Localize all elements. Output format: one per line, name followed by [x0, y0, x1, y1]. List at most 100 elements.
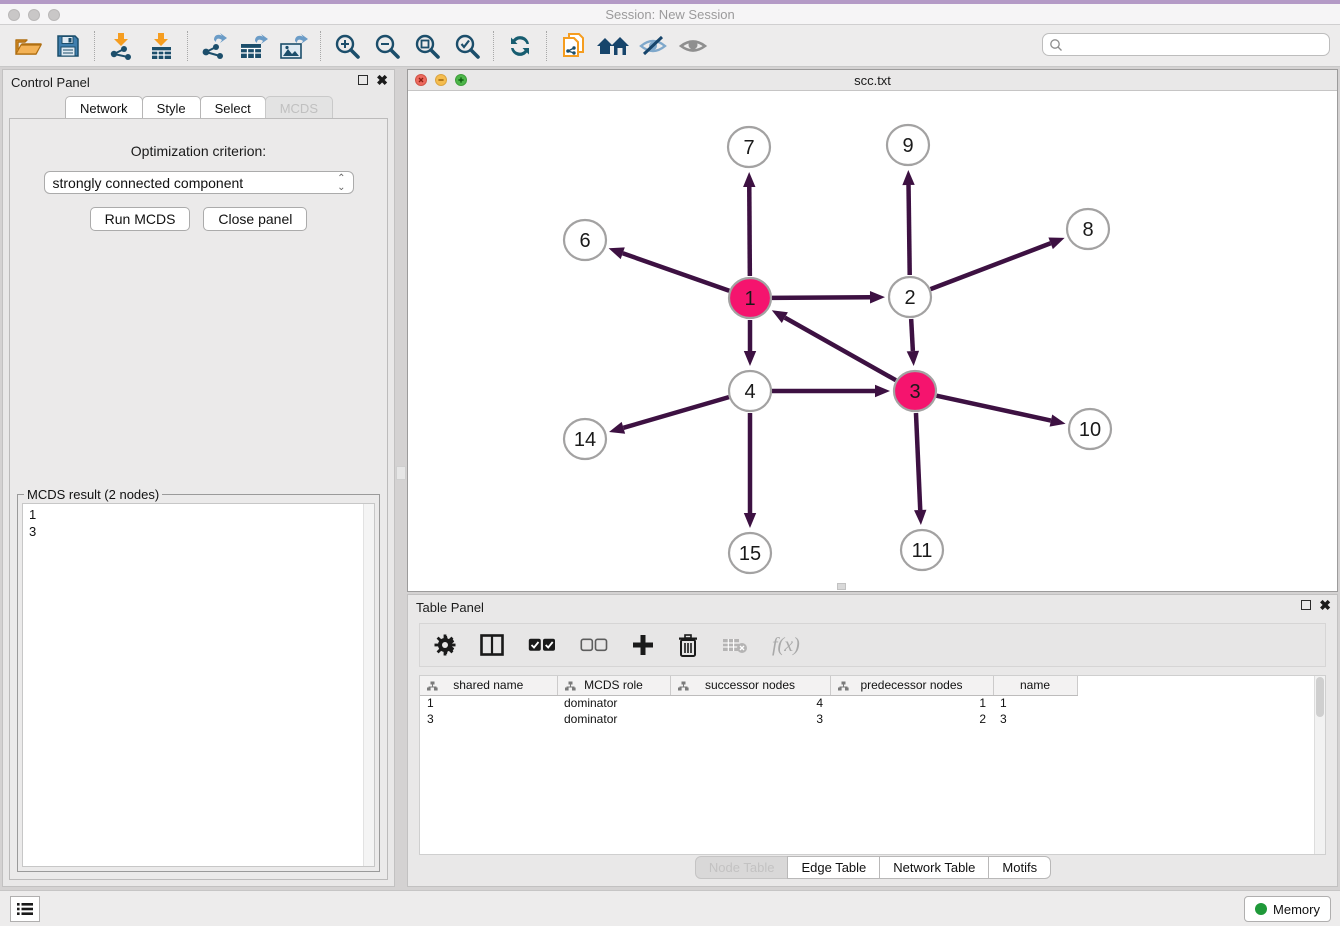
function-builder-button[interactable]: f(x) [772, 634, 800, 657]
column-header-shared-name[interactable]: shared name [420, 676, 557, 695]
import-network-button[interactable] [101, 28, 141, 64]
table-row[interactable]: 3dominator323 [420, 711, 1077, 727]
hide-selected-button[interactable] [633, 28, 673, 64]
edge-1-6[interactable] [623, 253, 730, 290]
graph-node-label: 10 [1079, 419, 1101, 441]
tab-network[interactable]: Network [65, 96, 143, 120]
show-all-button[interactable] [673, 28, 713, 64]
toolbar-separator [187, 31, 188, 61]
select-all-button[interactable] [528, 638, 556, 652]
network-canvas[interactable]: 7968124314101511 [408, 91, 1337, 591]
delete-table-button[interactable] [722, 636, 748, 654]
cell-predecessor_nodes[interactable]: 1 [830, 695, 993, 711]
split-columns-icon [480, 634, 504, 656]
global-search[interactable] [1042, 33, 1330, 56]
close-table-panel-icon[interactable]: ✖ [1319, 600, 1331, 610]
refresh-view-button[interactable] [500, 28, 540, 64]
edge-2-8[interactable] [931, 243, 1051, 289]
task-history-button[interactable] [10, 896, 40, 922]
mcds-result-list[interactable]: 13 [22, 503, 375, 867]
result-scrollbar[interactable] [363, 504, 374, 866]
network-window-titlebar[interactable]: scc.txt [408, 70, 1337, 91]
column-header-successor-nodes[interactable]: successor nodes [670, 676, 830, 695]
zoom-selected-button[interactable] [447, 28, 487, 64]
search-icon [1049, 38, 1063, 52]
cell-mcds_role[interactable]: dominator [557, 711, 670, 727]
memory-button[interactable]: Memory [1244, 896, 1331, 922]
canvas-splitter-handle[interactable] [837, 583, 846, 590]
zoom-out-button[interactable] [367, 28, 407, 64]
export-table-icon [239, 32, 269, 60]
tab-node-table[interactable]: Node Table [695, 856, 789, 879]
edge-arrowhead [743, 172, 755, 187]
column-header-predecessor-nodes[interactable]: predecessor nodes [830, 676, 993, 695]
column-type-icon [678, 681, 689, 691]
trash-icon [678, 634, 698, 657]
export-network-button[interactable] [194, 28, 234, 64]
export-table-button[interactable] [234, 28, 274, 64]
edge-arrowhead [1050, 414, 1066, 426]
home-layout-button[interactable] [593, 28, 633, 64]
cell-predecessor_nodes[interactable]: 2 [830, 711, 993, 727]
cell-shared_name[interactable]: 3 [420, 711, 557, 727]
deselect-all-button[interactable] [580, 638, 608, 652]
clone-network-icon [560, 32, 586, 60]
network-window-title: scc.txt [408, 73, 1337, 88]
show-column-panel-button[interactable] [480, 634, 504, 656]
edge-2-3[interactable] [911, 319, 913, 351]
table-panel: Table Panel ✖ [407, 594, 1338, 887]
search-input[interactable] [1063, 38, 1313, 52]
zoom-fit-button[interactable] [407, 28, 447, 64]
cell-name[interactable]: 1 [993, 695, 1077, 711]
edge-1-7[interactable] [749, 187, 750, 276]
edge-3-11[interactable] [916, 413, 920, 510]
save-session-button[interactable] [48, 28, 88, 64]
table-options-gear-button[interactable] [434, 634, 456, 656]
graph-node-label: 6 [579, 230, 590, 252]
mcds-result-title: MCDS result (2 nodes) [24, 487, 162, 502]
tab-edge-table[interactable]: Edge Table [787, 856, 880, 879]
import-table-button[interactable] [141, 28, 181, 64]
network-canvas-svg: 7968124314101511 [408, 91, 1337, 591]
cell-name[interactable]: 3 [993, 711, 1077, 727]
cell-shared_name[interactable]: 1 [420, 695, 557, 711]
mcds-result-item[interactable]: 3 [29, 523, 374, 540]
tab-style[interactable]: Style [142, 96, 201, 120]
open-session-button[interactable] [8, 28, 48, 64]
run-mcds-button[interactable]: Run MCDS [90, 207, 191, 231]
cell-mcds_role[interactable]: dominator [557, 695, 670, 711]
panel-splitter-grip[interactable] [396, 466, 406, 480]
table-body: 1dominator4113dominator323 [420, 695, 1077, 727]
delete-column-button[interactable] [678, 634, 698, 657]
add-column-button[interactable] [632, 634, 654, 656]
float-panel-icon[interactable] [358, 75, 368, 85]
toolbar-separator [493, 31, 494, 61]
zoom-in-button[interactable] [327, 28, 367, 64]
close-panel-button[interactable]: Close panel [203, 207, 307, 231]
home-houses-icon [596, 34, 630, 58]
edge-4-14[interactable] [623, 397, 728, 428]
close-panel-icon[interactable]: ✖ [376, 75, 388, 85]
export-image-button[interactable] [274, 28, 314, 64]
table-header-row[interactable]: shared nameMCDS rolesuccessor nodesprede… [420, 676, 1077, 695]
optimization-criterion-select[interactable]: strongly connected component ⌃⌄ [44, 171, 354, 194]
tab-select[interactable]: Select [200, 96, 266, 120]
column-header-name[interactable]: name [993, 676, 1077, 695]
edge-2-9[interactable] [909, 185, 910, 275]
float-table-panel-icon[interactable] [1301, 600, 1311, 610]
column-header-MCDS-role[interactable]: MCDS role [557, 676, 670, 695]
edge-3-10[interactable] [936, 396, 1050, 421]
tab-mcds[interactable]: MCDS [265, 96, 333, 120]
control-panel: Control Panel ✖ NetworkStyleSelectMCDS O… [2, 69, 395, 887]
mcds-result-item[interactable]: 1 [29, 506, 374, 523]
clone-network-button[interactable] [553, 28, 593, 64]
toolbar-separator [94, 31, 95, 61]
tab-network-table[interactable]: Network Table [879, 856, 989, 879]
tab-motifs[interactable]: Motifs [988, 856, 1051, 879]
cell-successor_nodes[interactable]: 3 [670, 711, 830, 727]
table-scrollbar[interactable] [1314, 676, 1325, 854]
table-row[interactable]: 1dominator411 [420, 695, 1077, 711]
edge-1-2[interactable] [772, 297, 870, 298]
edge-3-1[interactable] [785, 318, 896, 381]
cell-successor_nodes[interactable]: 4 [670, 695, 830, 711]
